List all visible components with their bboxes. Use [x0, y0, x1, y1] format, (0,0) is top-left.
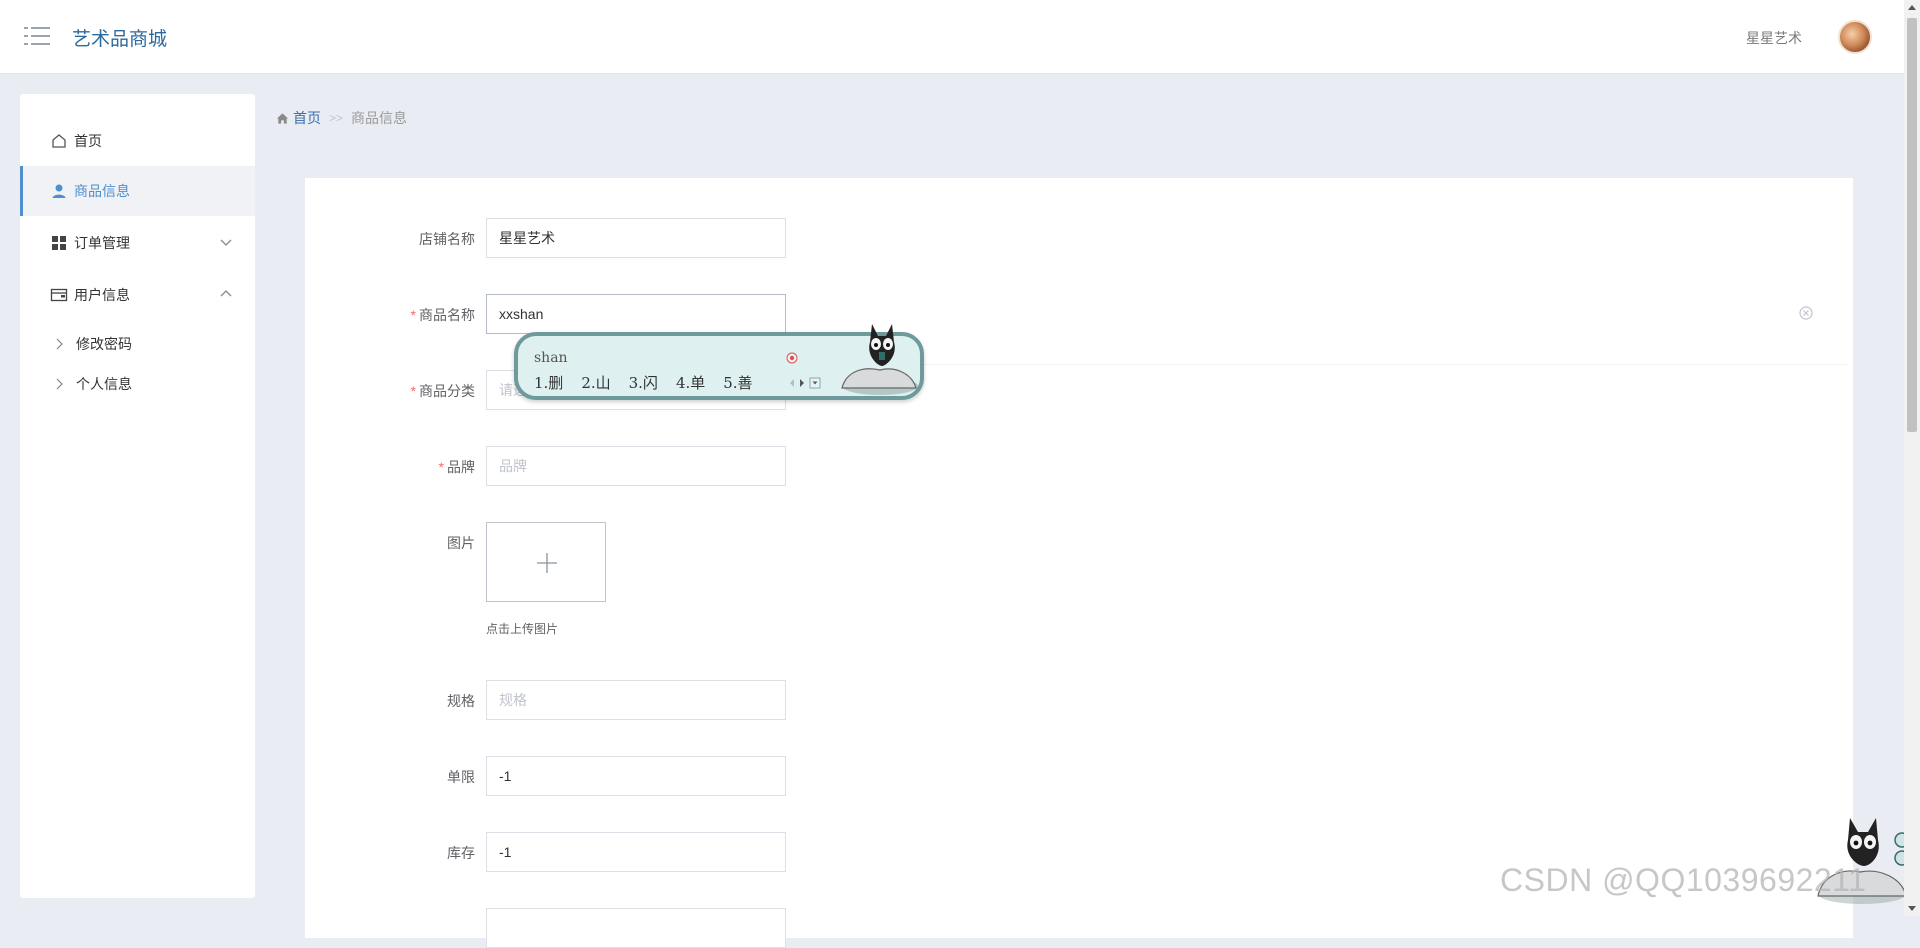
ime-candidate[interactable]: 2.山 [581, 372, 610, 393]
stock-input[interactable] [486, 832, 786, 872]
sidebar: 首页 商品信息 订单管理 用户信息 修改密码 个人信息 [20, 94, 255, 898]
brand-input[interactable] [486, 446, 786, 486]
upload-tip: 点击上传图片 [486, 622, 559, 636]
sidebar-item-user-info[interactable]: 用户信息 [20, 270, 255, 320]
next-input[interactable] [486, 908, 786, 948]
grid-icon [52, 236, 66, 250]
chevron-down-icon [220, 239, 232, 246]
sidebar-item-label: 用户信息 [74, 287, 130, 303]
breadcrumb-separator: >> [329, 111, 344, 125]
scroll-up-arrow-icon[interactable] [1908, 4, 1916, 12]
breadcrumb-home[interactable]: 首页 [276, 108, 321, 128]
sidebar-subitem-label: 个人信息 [76, 376, 132, 392]
breadcrumb-current: 商品信息 [351, 110, 408, 126]
ime-candidates: 1.删 2.山 3.闪 4.单 5.善 [534, 372, 771, 393]
ime-cat-mascot-icon [841, 324, 918, 395]
form-row-spec: 规格 [305, 680, 1853, 720]
spec-input[interactable] [486, 680, 786, 720]
ime-candidate[interactable]: 4.单 [676, 372, 705, 393]
form-row-shop-name: 店铺名称 [305, 218, 1853, 258]
sidebar-item-product-info[interactable]: 商品信息 [20, 166, 255, 216]
watermark: CSDN @QQ1039692211 [1500, 862, 1867, 898]
image-upload-button[interactable] [486, 522, 606, 602]
top-header: 艺术品商城 星星艺术 [0, 0, 1920, 74]
form-row-brand: * 品牌 [305, 446, 1853, 486]
plus-icon [537, 553, 557, 573]
form-row-limit: 单限 [305, 756, 1853, 796]
sidebar-item-label: 订单管理 [74, 235, 130, 251]
sidebar-subitem-label: 修改密码 [76, 336, 132, 352]
page-scrollbar[interactable] [1904, 0, 1920, 916]
shop-name-label: 店铺名称 [419, 231, 475, 247]
image-label: 图片 [447, 535, 475, 551]
product-name-label: * 商品名称 [410, 307, 475, 323]
user-name[interactable]: 星星艺术 [1746, 28, 1802, 48]
scroll-down-arrow-icon[interactable] [1908, 904, 1916, 912]
sidebar-item-label: 首页 [74, 133, 102, 149]
divider [805, 364, 1847, 365]
sidebar-item-home[interactable]: 首页 [20, 116, 255, 166]
sidebar-subitem-profile[interactable]: 个人信息 [20, 366, 255, 402]
home-icon [276, 112, 289, 124]
form-panel: 店铺名称 *商品名称 *商品分类 *品牌 图片 点击上传图片 规格 单限 库存 [305, 178, 1853, 948]
breadcrumb-home-label: 首页 [293, 110, 321, 126]
sidebar-item-label: 商品信息 [74, 183, 130, 199]
menu-toggle-icon[interactable] [24, 24, 50, 48]
breadcrumb: 首页 >> 商品信息 [276, 108, 407, 128]
category-label: * 商品分类 [410, 383, 475, 399]
form-row-product-name: * 商品名称 [305, 294, 1853, 334]
ime-candidate[interactable]: 5.善 [723, 372, 752, 393]
app-title: 艺术品商城 [72, 29, 168, 50]
ime-candidate[interactable]: 3.闪 [629, 372, 658, 393]
user-icon [52, 184, 66, 198]
product-name-input[interactable] [486, 294, 786, 334]
chevron-right-icon [56, 338, 63, 350]
home-icon [52, 134, 66, 148]
limit-label: 单限 [447, 769, 475, 785]
ime-candidate-popup: shan 1.删 2.山 3.闪 4.单 5.善 [514, 324, 924, 400]
ime-page-arrows-icon[interactable] [788, 376, 828, 390]
ime-logo-icon [786, 352, 798, 364]
wallet-icon [50, 288, 68, 302]
spec-label: 规格 [447, 693, 475, 709]
chevron-up-icon [220, 290, 232, 297]
clear-icon[interactable] [1798, 305, 1814, 321]
ime-composition: shan [534, 350, 568, 366]
limit-input[interactable] [486, 756, 786, 796]
stock-label: 库存 [447, 845, 475, 861]
ime-candidate[interactable]: 1.删 [534, 372, 563, 393]
shop-name-input[interactable] [486, 218, 786, 258]
form-row-next [305, 908, 1853, 948]
avatar[interactable] [1838, 20, 1872, 54]
sidebar-subitem-change-password[interactable]: 修改密码 [20, 326, 255, 362]
brand-label: * 品牌 [438, 459, 475, 475]
chevron-right-icon [56, 378, 63, 390]
scrollbar-thumb[interactable] [1907, 18, 1917, 432]
sidebar-item-orders[interactable]: 订单管理 [20, 218, 255, 268]
